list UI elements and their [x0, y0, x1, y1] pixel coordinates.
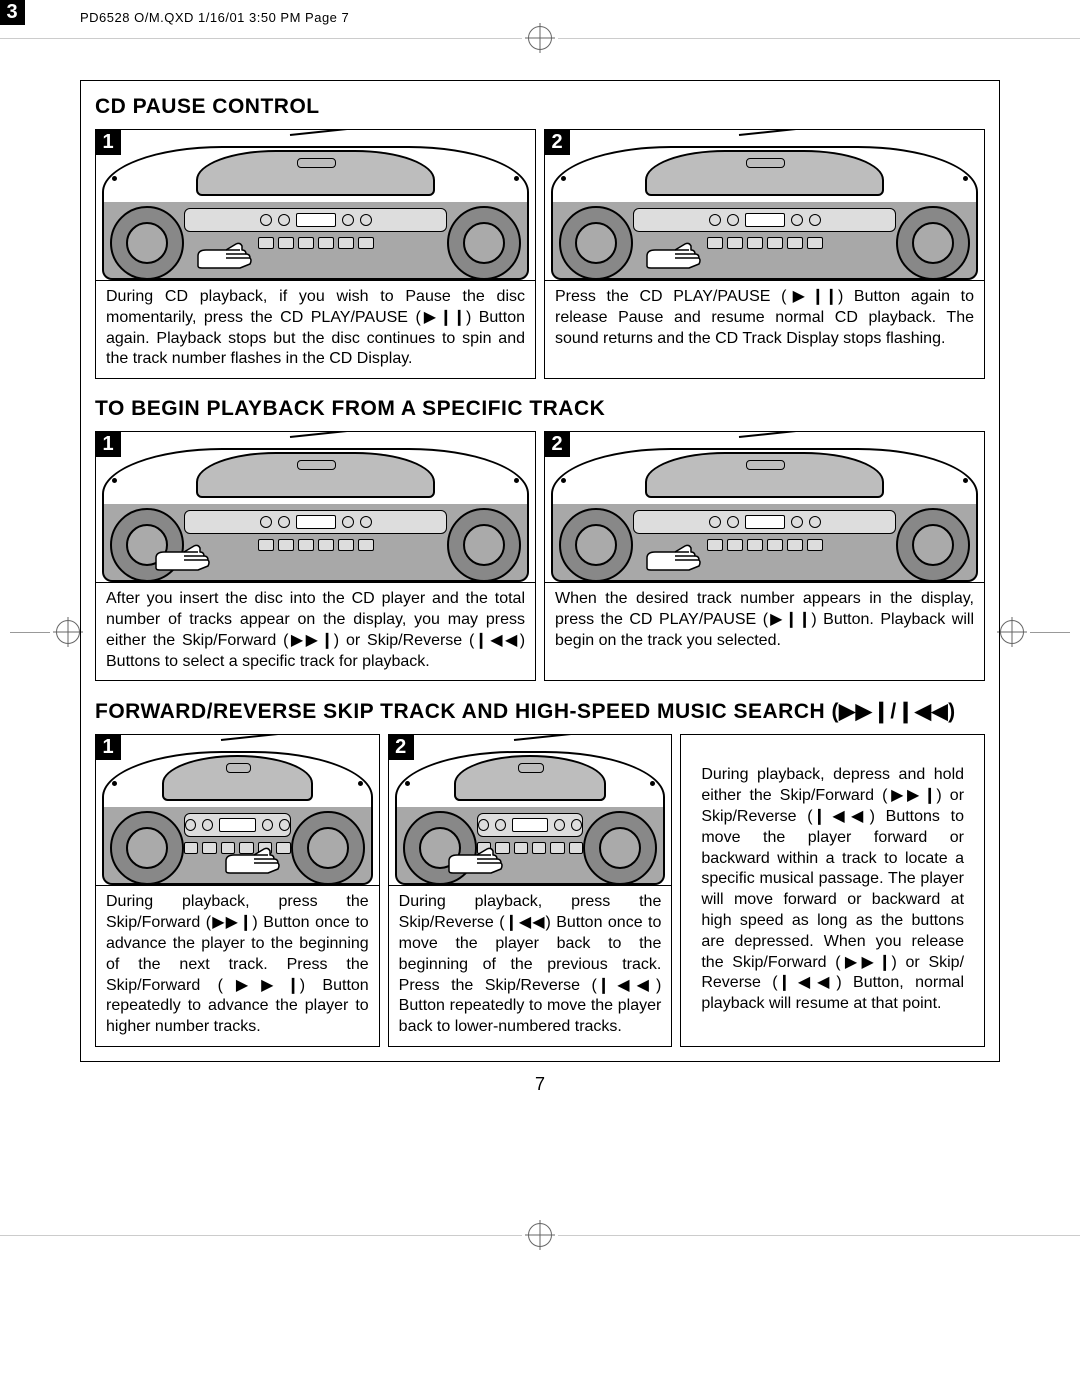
- boombox-illustration: [96, 432, 535, 582]
- registration-mark-icon: [528, 26, 552, 50]
- step-text: When the desired track number appears in…: [545, 583, 984, 651]
- step-number-badge: 3: [0, 0, 25, 25]
- step-number-badge: 2: [389, 735, 414, 760]
- step-row: 1 During CD playback, if you wi: [95, 129, 985, 379]
- skip_fwd-icon: ▶▶❙: [288, 632, 333, 649]
- step-text: During CD playback, if you wish to Pause…: [96, 281, 535, 370]
- step-number-badge: 1: [96, 130, 121, 155]
- skip_rev-icon: ❙◀◀: [505, 914, 546, 931]
- step-panel: 3 During playback, depress and hold eith…: [680, 734, 985, 1047]
- step-text: Press the CD PLAY/PAUSE (▶❙❙) Button aga…: [545, 281, 984, 349]
- boombox-illustration: [545, 432, 984, 582]
- pointing-hand-icon: [645, 542, 705, 572]
- play_pause-icon: ▶❙❙: [786, 288, 838, 305]
- step-illustration: 2: [545, 432, 984, 583]
- pointing-hand-icon: [645, 240, 705, 270]
- crop-mark-top: [0, 26, 1080, 50]
- crop-mark-bottom: [0, 1223, 1080, 1247]
- play_pause-icon: ▶❙❙: [421, 309, 466, 326]
- step-number-badge: 1: [96, 735, 121, 760]
- crop-mark-right: [994, 620, 1070, 644]
- skip_rev-icon: ❙◀◀: [597, 977, 656, 994]
- content-frame: CD PAUSE CONTROL 1: [80, 80, 1000, 1062]
- pointing-hand-icon: [224, 845, 284, 875]
- step-illustration: 1: [96, 432, 535, 583]
- section-title: CD PAUSE CONTROL: [95, 95, 985, 119]
- page: PD6528 O/M.QXD 1/16/01 3:50 PM Page 7 CD…: [0, 0, 1080, 1397]
- step-row: 1 During playback, press the Sk: [95, 734, 985, 1047]
- section-title: TO BEGIN PLAYBACK FROM A SPECIFIC TRACK: [95, 397, 985, 421]
- step-illustration: 2: [389, 735, 672, 886]
- step-panel: 1 During CD playback, if you wi: [95, 129, 536, 379]
- step-illustration: 2: [545, 130, 984, 281]
- pointing-hand-icon: [196, 240, 256, 270]
- step-panel: 1 After you insert the disc int: [95, 431, 536, 681]
- skip_fwd-icon: ▶▶❙: [887, 787, 936, 804]
- step-text: During playback, press the Skip/Forward …: [96, 886, 379, 1038]
- step-illustration: 1: [96, 735, 379, 886]
- registration-mark-icon: [1000, 620, 1024, 644]
- boombox-illustration: [96, 130, 535, 280]
- skip_fwd-icon: ▶▶❙: [223, 977, 300, 994]
- step-text: During playback, depress and hold either…: [691, 743, 974, 1015]
- step-panel: 2 Press the CD PLAY/PAUSE (▶❙❙): [544, 129, 985, 379]
- step-panel: 2 When the desired track number: [544, 431, 985, 681]
- step-panel: 1 During playback, press the Sk: [95, 734, 380, 1047]
- step-number-badge: 2: [545, 130, 570, 155]
- play_pause-icon: ▶❙❙: [768, 611, 811, 628]
- step-row: 1 After you insert the disc int: [95, 431, 985, 681]
- step-number-badge: 1: [96, 432, 121, 457]
- boombox-illustration: [389, 735, 672, 885]
- skip_fwd-icon: ▶▶❙: [211, 914, 252, 931]
- skip_rev-icon: ❙◀◀: [474, 632, 519, 649]
- step-number-badge: 2: [545, 432, 570, 457]
- step-illustration: 1: [96, 130, 535, 281]
- both-icon: ▶▶❙/❙◀◀: [839, 700, 948, 723]
- section-title: FORWARD/REVERSE SKIP TRACK AND HIGH-SPEE…: [95, 699, 985, 724]
- boombox-illustration: [545, 130, 984, 280]
- pointing-hand-icon: [154, 542, 214, 572]
- step-panel: 2 During playback, press the Sk: [388, 734, 673, 1047]
- pointing-hand-icon: [447, 845, 507, 875]
- registration-mark-icon: [528, 1223, 552, 1247]
- skip_fwd-icon: ▶▶❙: [841, 954, 892, 971]
- page-number: 7: [80, 1074, 1000, 1095]
- skip_rev-icon: ❙◀◀: [778, 974, 837, 991]
- boombox-illustration: [96, 735, 379, 885]
- crop-mark-left: [10, 620, 86, 644]
- registration-mark-icon: [56, 620, 80, 644]
- step-text: After you insert the disc into the CD pl…: [96, 583, 535, 672]
- step-text: During playback, press the Skip/Reverse …: [389, 886, 672, 1038]
- skip_rev-icon: ❙◀◀: [813, 808, 870, 825]
